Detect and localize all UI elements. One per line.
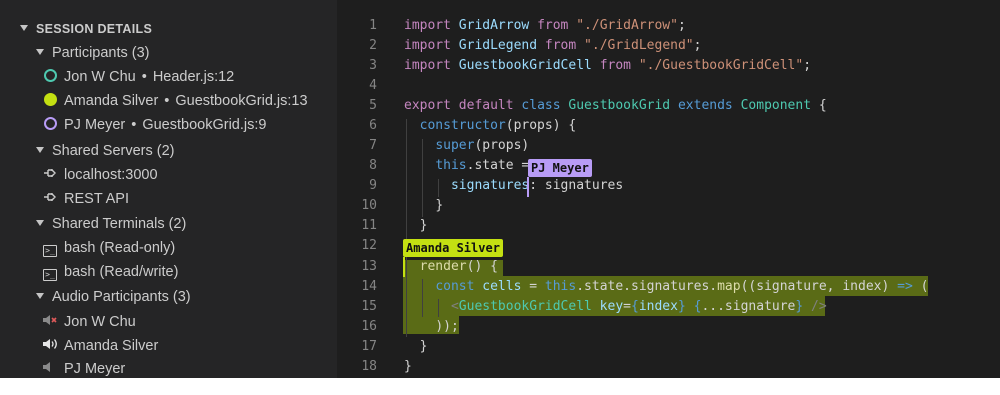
collapse-triangle-icon — [36, 293, 44, 299]
pj-meyer-cursor — [527, 177, 529, 197]
session-details-title: SESSION DETAILS — [36, 22, 153, 36]
pj-meyer-cursor-flag: PJ Meyer — [528, 159, 592, 177]
session-details-header[interactable]: SESSION DETAILS — [20, 22, 152, 36]
server-item[interactable]: localhost:3000 — [42, 165, 158, 185]
live-share-window: SESSION DETAILS Participants (3) Jon W C… — [0, 0, 1000, 378]
amanda-silver-cursor-flag: Amanda Silver — [403, 239, 503, 257]
terminal-item[interactable]: >_ bash (Read/write) — [42, 262, 178, 282]
audio-participant-item[interactable]: Jon W Chu — [42, 312, 136, 332]
participants-label: Participants (3) — [52, 45, 150, 61]
audio-participants-group[interactable]: Audio Participants (3) — [36, 287, 191, 307]
terminal-icon: >_ — [42, 262, 58, 282]
participants-group[interactable]: Participants (3) — [36, 43, 150, 63]
participant-circle-icon — [42, 67, 58, 87]
terminal-item[interactable]: >_ bash (Read-only) — [42, 238, 175, 258]
plug-icon — [42, 189, 58, 209]
terminal-icon: >_ — [42, 238, 58, 258]
participant-circle-icon — [42, 115, 58, 135]
plug-icon — [42, 165, 58, 185]
participant-item[interactable]: PJ Meyer • GuestbookGrid.js:9 — [42, 115, 266, 135]
shared-servers-group[interactable]: Shared Servers (2) — [36, 141, 175, 161]
code-editor[interactable]: 1 import GridArrow from "./GridArrow"; 2i… — [337, 0, 1000, 378]
shared-terminals-group[interactable]: Shared Terminals (2) — [36, 214, 186, 234]
participant-circle-icon — [42, 91, 58, 111]
session-details-panel: SESSION DETAILS Participants (3) Jon W C… — [0, 0, 337, 378]
speaker-icon — [42, 359, 58, 378]
participant-item[interactable]: Jon W Chu • Header.js:12 — [42, 67, 234, 87]
audio-participant-item[interactable]: Amanda Silver — [42, 336, 158, 356]
collapse-triangle-icon — [36, 49, 44, 55]
speaker-speaking-icon — [42, 336, 58, 356]
collapse-triangle-icon — [36, 220, 44, 226]
speaker-muted-icon — [42, 312, 58, 332]
participant-item[interactable]: Amanda Silver • GuestbookGrid.js:13 — [42, 91, 308, 111]
audio-participant-item[interactable]: PJ Meyer — [42, 359, 125, 378]
amanda-silver-cursor — [403, 257, 405, 277]
server-item[interactable]: REST API — [42, 189, 129, 209]
collapse-triangle-icon — [20, 25, 28, 31]
collapse-triangle-icon — [36, 147, 44, 153]
